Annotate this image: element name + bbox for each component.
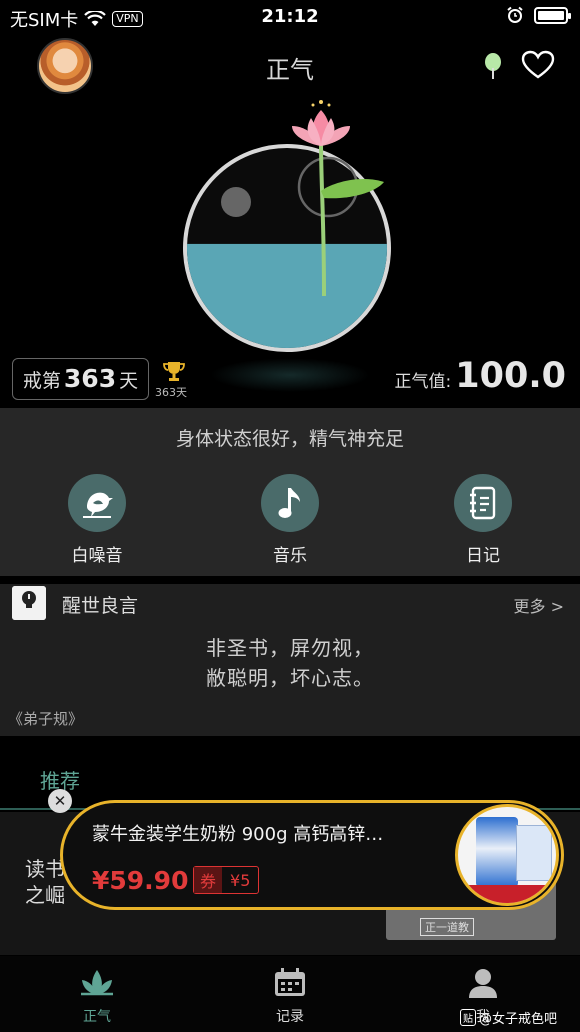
quote-source: 《弟子规》 xyxy=(8,710,84,728)
clock: 21:12 xyxy=(261,6,319,27)
ad-close-button[interactable]: ✕ xyxy=(48,789,72,813)
energy-value: 100.0 xyxy=(455,356,566,396)
coupon-tag: 券 xyxy=(194,867,223,893)
nav-item-record[interactable]: 记录 xyxy=(250,968,330,1026)
music-note-icon xyxy=(261,474,319,532)
energy-label: 正气值: xyxy=(394,372,452,392)
status-bar: 无SIM卡 VPN 21:12 xyxy=(0,0,580,34)
recommend-item-title[interactable]: 读书 之崛起 xyxy=(25,856,65,908)
bulb-bookmark-icon xyxy=(12,586,46,620)
white-noise-label: 白噪音 xyxy=(71,546,123,566)
energy-display: 正气值: 100.0 xyxy=(395,356,566,396)
recommend-text-line-1: 读书 xyxy=(25,857,65,881)
days-suffix: 天 xyxy=(119,370,139,392)
white-noise-button[interactable]: 白噪音 xyxy=(47,474,147,566)
quote-line-2: 敝聪明，坏心志。 xyxy=(206,666,374,690)
lotus-icon xyxy=(81,970,113,996)
nav-item-zhengqi[interactable]: 正气 xyxy=(57,968,137,1026)
diary-label: 日记 xyxy=(466,546,500,566)
recommend-text-line-2: 之崛起 xyxy=(25,883,65,907)
promo-band xyxy=(458,885,556,903)
bowl-glow xyxy=(210,358,370,392)
watermark-badge: 贴 xyxy=(460,1009,476,1026)
battery-icon xyxy=(534,6,571,24)
music-button[interactable]: 音乐 xyxy=(240,474,340,566)
trophy-label: 363天 xyxy=(155,386,187,399)
milk-box-image xyxy=(516,825,552,881)
tree-icon[interactable] xyxy=(482,52,504,80)
alarm-icon xyxy=(507,6,523,23)
days-prefix: 戒第 xyxy=(22,370,61,392)
notebook-icon xyxy=(454,474,512,532)
milk-can-image xyxy=(476,817,518,887)
trophy-icon[interactable] xyxy=(163,360,185,382)
coupon-amount: ¥5 xyxy=(230,870,251,890)
ad-title[interactable]: 蒙牛金装学生奶粉 900g 高钙高锌… xyxy=(92,820,383,846)
days-value: 363 xyxy=(63,364,117,393)
days-counter: 戒第 363 天 xyxy=(12,358,149,400)
nav-label-record: 记录 xyxy=(276,1009,304,1025)
coupon-badge[interactable]: 券 ¥5 xyxy=(193,866,260,894)
diary-button[interactable]: 日记 xyxy=(433,474,533,566)
watermark-text: @女子戒色吧 xyxy=(479,1012,558,1027)
calendar-icon xyxy=(275,968,305,996)
water-fill xyxy=(187,243,387,348)
more-link[interactable]: 更多 > xyxy=(514,593,565,617)
ad-product-image[interactable] xyxy=(455,804,559,906)
quote-line-1: 非圣书，屏勿视， xyxy=(206,636,374,660)
profile-icon xyxy=(469,969,497,998)
bird-icon xyxy=(68,474,126,532)
ad-price: ¥59.90 xyxy=(92,866,189,895)
recommend-thumbnail-label: 正一道教 xyxy=(420,918,474,936)
watermark: 贴 @女子戒色吧 xyxy=(460,1008,557,1027)
music-label: 音乐 xyxy=(273,546,307,566)
heart-icon[interactable] xyxy=(521,50,555,80)
status-text: 身体状态很好，精气神充足 xyxy=(175,428,404,450)
status-right xyxy=(506,6,571,24)
lotus-bowl-illustration[interactable] xyxy=(180,96,395,358)
quote-section-title: 醒世良言 xyxy=(62,595,139,617)
nav-label-zhengqi: 正气 xyxy=(83,1009,111,1025)
